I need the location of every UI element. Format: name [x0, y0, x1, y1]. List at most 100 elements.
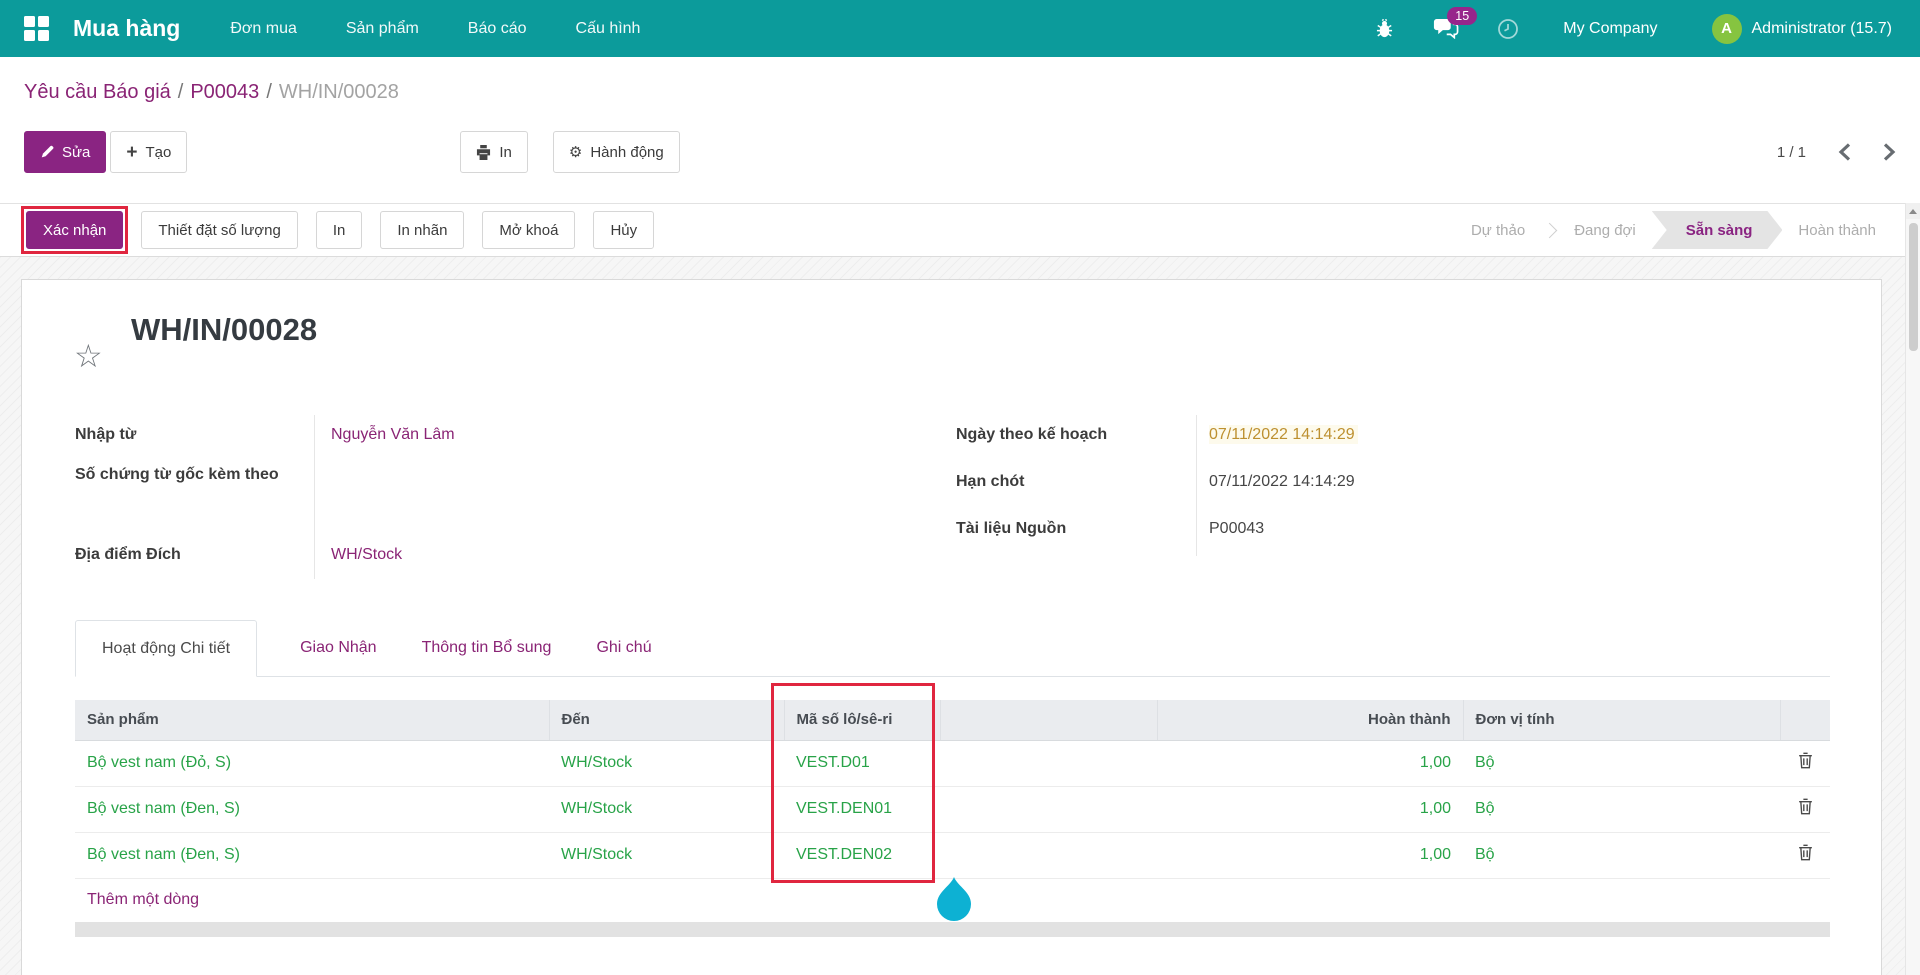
field-value-deadline: 07/11/2022 14:14:29: [1196, 462, 1576, 509]
cell-product[interactable]: Bộ vest nam (Đỏ, S): [75, 740, 549, 786]
navbar-right: 15 My Company A Administrator (15.7): [1374, 14, 1892, 44]
delete-row-trash-icon[interactable]: [1798, 844, 1813, 861]
scrollbar-up-arrow[interactable]: [1906, 203, 1920, 219]
step-draft[interactable]: Dự thảo: [1455, 211, 1541, 249]
table-row[interactable]: Bộ vest nam (Đỏ, S) WH/Stock VEST.D01 1,…: [75, 740, 1830, 786]
cancel-button[interactable]: Hủy: [593, 211, 654, 249]
cell-done[interactable]: 1,00: [1157, 786, 1463, 832]
cell-uom[interactable]: Bộ: [1463, 832, 1780, 878]
field-value-source-document: P00043: [1196, 509, 1576, 556]
field-label-receive-from: Nhập từ: [75, 415, 314, 455]
edit-button[interactable]: Sửa: [24, 131, 106, 173]
scrollbar-thumb[interactable]: [1909, 223, 1918, 351]
col-header-lot-serial[interactable]: Mã số lô/sê-ri: [784, 700, 940, 740]
tab-notes[interactable]: Ghi chú: [594, 620, 653, 676]
favorite-star-icon[interactable]: ☆: [74, 340, 103, 372]
breadcrumb-link-rfq[interactable]: Yêu cầu Báo giá: [24, 81, 171, 103]
statusbar: Xác nhận Thiết đặt số lượng In In nhãn M…: [0, 203, 1920, 257]
printer-icon: [476, 145, 491, 160]
field-value-receive-from[interactable]: Nguyễn Văn Lâm: [314, 415, 675, 455]
user-menu[interactable]: A Administrator (15.7): [1712, 14, 1893, 44]
cell-uom[interactable]: Bộ: [1463, 786, 1780, 832]
field-group-right: Ngày theo kế hoạch 07/11/2022 14:14:29 H…: [956, 415, 1576, 556]
main-menu: Đơn mua Sản phẩm Báo cáo Cấu hình: [230, 20, 640, 38]
step-chevron-icon: [1542, 222, 1558, 238]
table-header-row: Sản phẩm Đến Mã số lô/sê-ri Hoàn thành Đ…: [75, 700, 1830, 740]
field-value-source-document-attached[interactable]: [314, 455, 675, 535]
cell-uom[interactable]: Bộ: [1463, 740, 1780, 786]
debug-bug-icon[interactable]: [1374, 18, 1395, 39]
pager-value: 1 / 1: [1777, 144, 1806, 161]
tab-detailed-operations[interactable]: Hoạt động Chi tiết: [75, 620, 257, 677]
pencil-icon: [40, 145, 54, 159]
activities-clock-icon[interactable]: [1497, 18, 1519, 40]
cell-to[interactable]: WH/Stock: [549, 832, 784, 878]
col-header-empty: [940, 700, 1157, 740]
cell-lot[interactable]: VEST.D01: [784, 740, 940, 786]
delete-row-trash-icon[interactable]: [1798, 752, 1813, 769]
cell-done[interactable]: 1,00: [1157, 740, 1463, 786]
field-label-source-document-attached: Số chứng từ gốc kèm theo: [75, 455, 314, 535]
vertical-scrollbar: [1905, 203, 1920, 975]
print-picking-button[interactable]: In: [316, 211, 363, 249]
menu-bao-cao[interactable]: Báo cáo: [468, 20, 527, 38]
field-label-scheduled-date: Ngày theo kế hoạch: [956, 415, 1196, 462]
cell-lot[interactable]: VEST.DEN01: [784, 786, 940, 832]
breadcrumb-link-order[interactable]: P00043: [190, 81, 259, 103]
confirm-button[interactable]: Xác nhận: [26, 211, 123, 249]
create-button[interactable]: + Tạo: [110, 131, 187, 173]
print-labels-button[interactable]: In nhãn: [380, 211, 464, 249]
status-steps: Dự thảo Đang đợi Sẵn sàng Hoàn thành: [1455, 211, 1892, 249]
col-header-uom[interactable]: Đơn vị tính: [1463, 700, 1780, 740]
tab-delivery[interactable]: Giao Nhận: [298, 620, 379, 676]
company-switcher[interactable]: My Company: [1563, 20, 1657, 38]
print-button[interactable]: In: [460, 131, 528, 173]
notebook-tabs: Hoạt động Chi tiết Giao Nhận Thông tin B…: [75, 620, 1830, 677]
breadcrumb-current: WH/IN/00028: [279, 81, 399, 103]
set-quantities-button[interactable]: Thiết đặt số lượng: [141, 211, 297, 249]
user-avatar: A: [1712, 14, 1742, 44]
delete-row-trash-icon[interactable]: [1798, 798, 1813, 815]
pager-next-icon[interactable]: [1883, 142, 1896, 162]
field-label-deadline: Hạn chót: [956, 462, 1196, 509]
message-count-badge: 15: [1447, 7, 1477, 25]
step-done[interactable]: Hoàn thành: [1782, 211, 1892, 249]
pager-previous-icon[interactable]: [1838, 142, 1851, 162]
cell-product[interactable]: Bộ vest nam (Đen, S): [75, 832, 549, 878]
col-header-to[interactable]: Đến: [549, 700, 784, 740]
pager: 1 / 1: [1777, 142, 1896, 162]
col-header-done[interactable]: Hoàn thành: [1157, 700, 1463, 740]
page-title: WH/IN/00028: [131, 312, 317, 348]
tab-additional-info[interactable]: Thông tin Bổ sung: [420, 620, 554, 676]
col-header-product[interactable]: Sản phẩm: [75, 700, 549, 740]
menu-cau-hinh[interactable]: Cấu hình: [576, 20, 641, 38]
menu-san-pham[interactable]: Sản phẩm: [346, 20, 419, 38]
control-panel: Yêu cầu Báo giá/P00043/WH/IN/00028 Sửa +…: [0, 57, 1920, 203]
field-group-left: Nhập từ Nguyễn Văn Lâm Số chứng từ gốc k…: [75, 415, 675, 579]
app-title[interactable]: Mua hàng: [73, 15, 180, 42]
cell-product[interactable]: Bộ vest nam (Đen, S): [75, 786, 549, 832]
unlock-button[interactable]: Mở khoá: [482, 211, 575, 249]
table-row[interactable]: Bộ vest nam (Đen, S) WH/Stock VEST.DEN01…: [75, 786, 1830, 832]
apps-menu-icon[interactable]: [24, 16, 49, 41]
field-label-destination-location: Địa điểm Đích: [75, 535, 314, 579]
cell-done[interactable]: 1,00: [1157, 832, 1463, 878]
messages-chat-icon[interactable]: 15: [1433, 18, 1459, 39]
plus-icon: +: [126, 143, 137, 162]
menu-don-mua[interactable]: Đơn mua: [230, 20, 297, 38]
user-name: Administrator (15.7): [1752, 20, 1893, 38]
breadcrumb-separator: /: [259, 81, 279, 103]
cell-to[interactable]: WH/Stock: [549, 740, 784, 786]
step-waiting[interactable]: Đang đợi: [1558, 211, 1652, 249]
table-row[interactable]: Bộ vest nam (Đen, S) WH/Stock VEST.DEN02…: [75, 832, 1830, 878]
cell-to[interactable]: WH/Stock: [549, 786, 784, 832]
horizontal-scrollbar[interactable]: [75, 922, 1830, 937]
action-button[interactable]: ⚙ Hành động: [553, 131, 680, 173]
field-value-destination-location[interactable]: WH/Stock: [314, 535, 675, 579]
field-label-source-document: Tài liệu Nguồn: [956, 509, 1196, 556]
add-line-link[interactable]: Thêm một dòng: [75, 878, 1830, 922]
col-header-actions: [1780, 700, 1830, 740]
cell-lot[interactable]: VEST.DEN02: [784, 832, 940, 878]
form-sheet: ☆ WH/IN/00028 Nhập từ Nguyễn Văn Lâm Số …: [21, 279, 1882, 975]
step-ready[interactable]: Sẵn sàng: [1652, 211, 1783, 249]
